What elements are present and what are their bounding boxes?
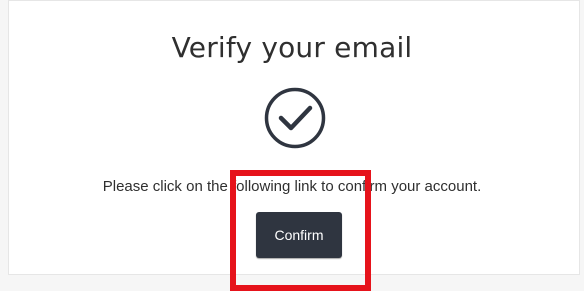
page-title: Verify your email: [171, 31, 413, 64]
check-circle-icon: [264, 87, 326, 149]
highlight-box: [230, 170, 371, 291]
page: Verify your email Please click on the fo…: [0, 0, 584, 291]
